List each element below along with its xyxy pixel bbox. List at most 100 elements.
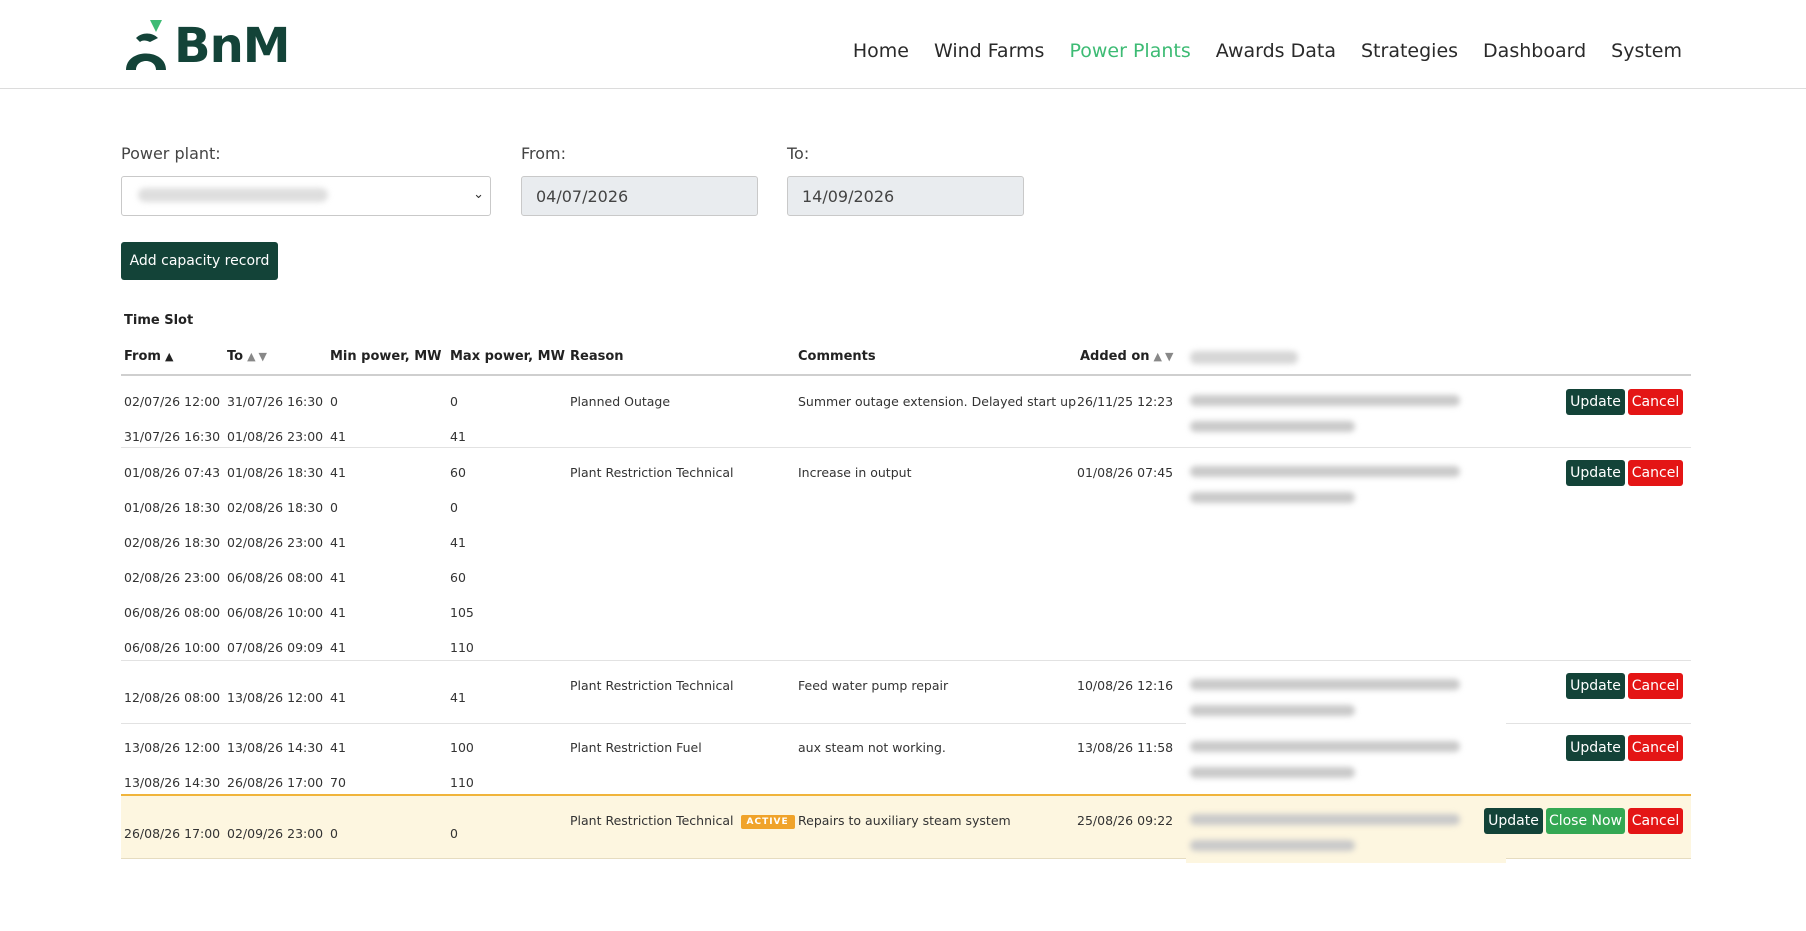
slot-min-cell: 41: [330, 465, 346, 480]
slot-from-cell: 06/08/26 08:00: [124, 605, 221, 620]
nav-item-power-plants[interactable]: Power Plants: [1069, 40, 1190, 62]
column-header-from[interactable]: From ▲: [124, 349, 176, 364]
column-header-comments[interactable]: Comments: [798, 349, 876, 364]
top-navbar: BnM Home Wind Farms Power Plants Awards Dat…: [0, 0, 1806, 89]
slot-from-cell: 26/08/26 17:00: [124, 826, 221, 841]
power-plant-select[interactable]: ⌄: [121, 176, 491, 216]
time-slot-group-header: Time Slot: [124, 313, 194, 328]
to-label: To:: [787, 144, 810, 163]
to-date-input[interactable]: 14/09/2026: [787, 176, 1024, 216]
slot-min-cell: 41: [330, 640, 346, 655]
column-header-max-power[interactable]: Max power, MW: [450, 349, 565, 364]
nav-item-system[interactable]: System: [1611, 40, 1682, 62]
redacted-line: [1190, 466, 1460, 477]
slot-max-cell: 60: [450, 465, 466, 480]
reason-cell: Plant Restriction Technical: [570, 465, 734, 480]
slot-max-cell: 110: [450, 775, 474, 790]
slot-min-cell: 0: [330, 826, 338, 841]
slot-to-cell: 02/08/26 23:00: [227, 535, 324, 550]
close-now-button[interactable]: Close Now: [1546, 808, 1625, 834]
column-header-to[interactable]: To ▲▼: [227, 349, 270, 364]
slot-min-cell: 70: [330, 775, 346, 790]
slot-to-cell: 26/08/26 17:00: [227, 775, 324, 790]
status-badge: ACTIVE: [740, 815, 795, 829]
slot-to-cell: 01/08/26 23:00: [227, 429, 324, 444]
reason-cell: Plant Restriction Technical: [570, 678, 734, 693]
chevron-down-icon: ⌄: [473, 186, 484, 201]
update-button[interactable]: Update: [1566, 673, 1625, 699]
nav-item-wind-farms[interactable]: Wind Farms: [934, 40, 1045, 62]
update-button[interactable]: Update: [1566, 389, 1625, 415]
redacted-info-cell: [1186, 455, 1506, 515]
row-divider: [121, 447, 1691, 448]
reason-text: Planned Outage: [570, 394, 671, 409]
redacted-info-cell: [1186, 668, 1506, 728]
reason-cell: Planned Outage: [570, 394, 670, 409]
redacted-line: [1190, 814, 1460, 825]
slot-max-cell: 0: [450, 394, 458, 409]
added-on-cell: 10/08/26 12:16: [1077, 678, 1174, 693]
added-on-cell: 25/08/26 09:22: [1077, 813, 1174, 828]
redacted-line: [1190, 705, 1355, 716]
nav-item-home[interactable]: Home: [853, 40, 909, 62]
slot-min-cell: 41: [330, 570, 346, 585]
slot-to-cell: 06/08/26 10:00: [227, 605, 324, 620]
slot-max-cell: 0: [450, 500, 458, 515]
slot-to-cell: 31/07/26 16:30: [227, 394, 324, 409]
reason-text: Plant Restriction Technical: [570, 465, 734, 480]
update-button[interactable]: Update: [1566, 735, 1625, 761]
reason-text: Plant Restriction Fuel: [570, 740, 702, 755]
power-plant-value-redacted: [138, 188, 328, 202]
slot-min-cell: 0: [330, 394, 338, 409]
slot-to-cell: 07/08/26 09:09: [227, 640, 324, 655]
redacted-line: [1190, 741, 1460, 752]
cancel-button[interactable]: Cancel: [1628, 460, 1683, 486]
from-label: From:: [521, 144, 567, 163]
slot-min-cell: 0: [330, 500, 338, 515]
nav-item-strategies[interactable]: Strategies: [1361, 40, 1458, 62]
slot-to-cell: 02/08/26 18:30: [227, 500, 324, 515]
redacted-line: [1190, 421, 1355, 432]
logo[interactable]: BnM: [122, 16, 302, 72]
logo-text: BnM: [174, 18, 291, 74]
column-header-added-on[interactable]: Added on ▲▼: [1080, 349, 1176, 364]
redacted-line: [1190, 767, 1355, 778]
add-capacity-record-button[interactable]: Add capacity record: [121, 242, 278, 280]
slot-max-cell: 105: [450, 605, 474, 620]
column-header-redacted: [1190, 351, 1298, 364]
added-on-cell: 13/08/26 11:58: [1077, 740, 1174, 755]
slot-min-cell: 41: [330, 740, 346, 755]
reason-cell: Plant Restriction Fuel: [570, 740, 702, 755]
slot-min-cell: 41: [330, 429, 346, 444]
nav-item-dashboard[interactable]: Dashboard: [1483, 40, 1586, 62]
column-header-min-power[interactable]: Min power, MW: [330, 349, 441, 364]
table-header-divider: [121, 374, 1691, 376]
slot-from-cell: 31/07/26 16:30: [124, 429, 221, 444]
redacted-info-cell: [1186, 803, 1506, 863]
cancel-button[interactable]: Cancel: [1628, 389, 1683, 415]
slot-max-cell: 0: [450, 826, 458, 841]
update-button[interactable]: Update: [1566, 460, 1625, 486]
slot-min-cell: 41: [330, 690, 346, 705]
slot-min-cell: 41: [330, 605, 346, 620]
redacted-line: [1190, 492, 1355, 503]
slot-to-cell: 01/08/26 18:30: [227, 465, 324, 480]
cancel-button[interactable]: Cancel: [1628, 735, 1683, 761]
reason-text: Plant Restriction Technical: [570, 678, 734, 693]
nav-item-awards-data[interactable]: Awards Data: [1216, 40, 1336, 62]
sort-icon: ▲▼: [1153, 350, 1177, 363]
slot-max-cell: 60: [450, 570, 466, 585]
slot-to-cell: 06/08/26 08:00: [227, 570, 324, 585]
cancel-button[interactable]: Cancel: [1628, 673, 1683, 699]
update-button[interactable]: Update: [1484, 808, 1543, 834]
logo-mark-icon: [126, 20, 166, 70]
column-header-reason[interactable]: Reason: [570, 349, 624, 364]
row-divider: [121, 660, 1691, 661]
slot-max-cell: 41: [450, 535, 466, 550]
added-on-cell: 01/08/26 07:45: [1077, 465, 1174, 480]
slot-from-cell: 12/08/26 08:00: [124, 690, 221, 705]
from-date-input[interactable]: 04/07/2026: [521, 176, 758, 216]
cancel-button[interactable]: Cancel: [1628, 808, 1683, 834]
slot-max-cell: 41: [450, 429, 466, 444]
comments-cell: Repairs to auxiliary steam system: [798, 813, 1011, 828]
